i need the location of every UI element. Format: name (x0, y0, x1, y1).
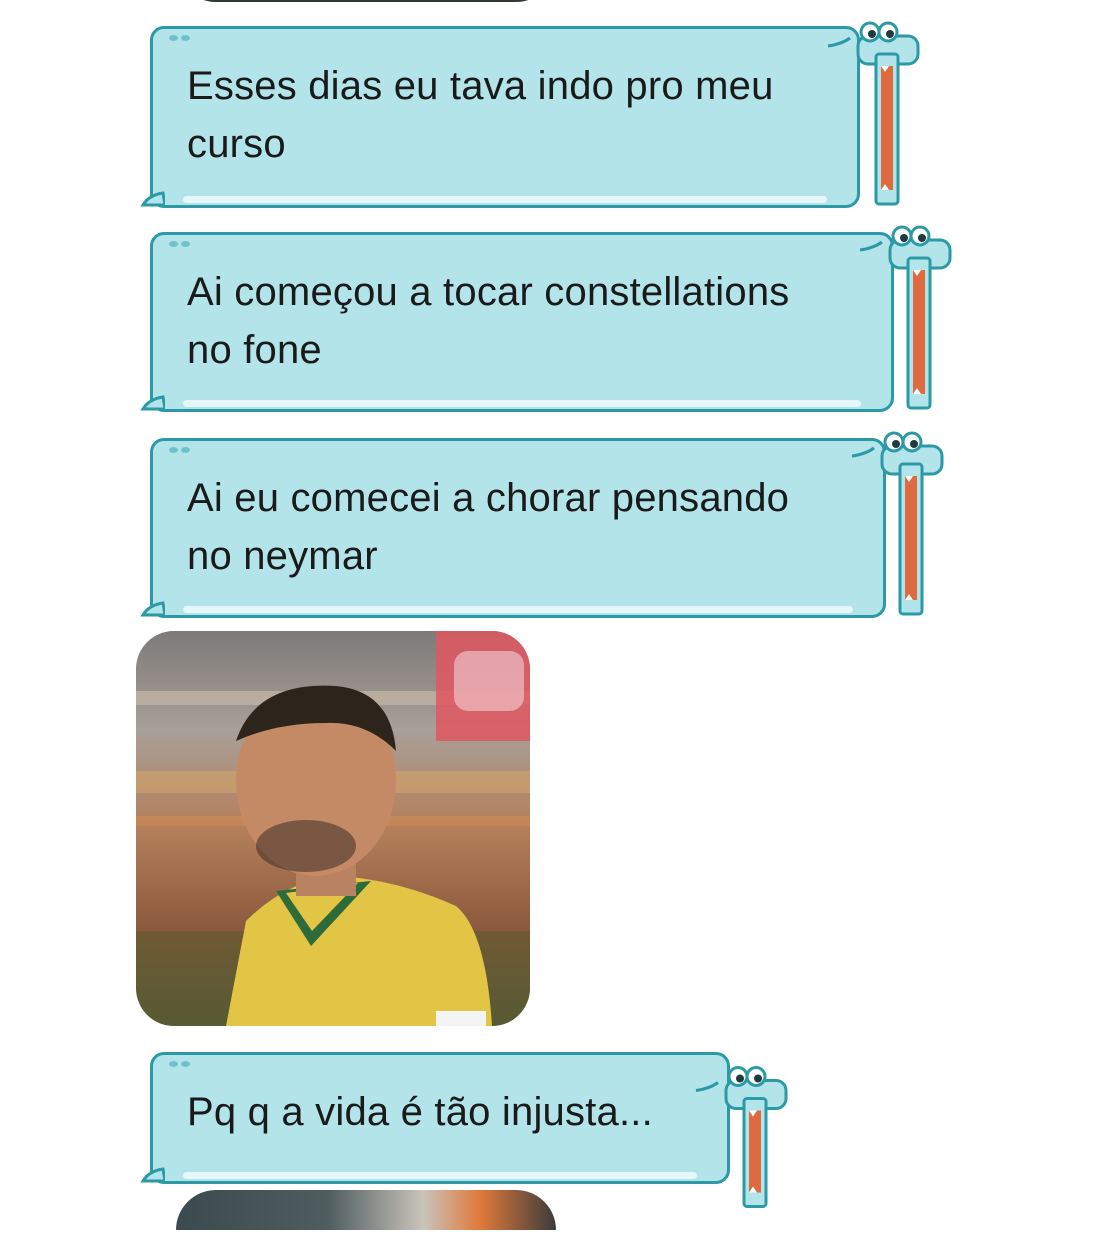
previous-image-message[interactable] (176, 0, 556, 2)
crying-player-photo-icon (136, 631, 530, 1026)
croc-head-icon (851, 431, 944, 616)
message-text: Esses dias eu tava indo pro meu curso (187, 64, 774, 166)
chat-thread: Esses dias eu tava indo pro meu curso Ai… (0, 0, 1099, 1230)
message-bubble-4[interactable]: Pq q a vida é tão injusta... (140, 1052, 730, 1184)
message-bubble-3[interactable]: Ai eu comecei a chorar pensando no neyma… (140, 438, 886, 618)
message-bubble-1[interactable]: Esses dias eu tava indo pro meu curso (140, 26, 860, 208)
message-text: Ai começou a tocar constellations no fon… (187, 270, 790, 372)
croc-tail-icon (140, 601, 165, 617)
message-text: Ai eu comecei a chorar pensando no neyma… (187, 476, 790, 578)
croc-tail-icon (140, 191, 165, 207)
croc-head-icon (827, 21, 920, 206)
bubble-belly (183, 1172, 697, 1179)
message-text: Pq q a vida é tão injusta... (187, 1090, 653, 1134)
bubble-dots-decoration (169, 1061, 197, 1071)
bubble-dots-decoration (169, 35, 197, 45)
bubble-dots-decoration (169, 447, 197, 457)
bubble-belly (183, 606, 853, 613)
bubble-belly (183, 400, 861, 407)
next-image-message[interactable] (176, 1190, 556, 1230)
message-bubble-2[interactable]: Ai começou a tocar constellations no fon… (140, 232, 894, 412)
bubble-belly (183, 196, 827, 203)
croc-head-icon (859, 225, 952, 410)
croc-head-icon (695, 1066, 788, 1208)
image-message[interactable] (136, 631, 530, 1026)
bubble-dots-decoration (169, 241, 197, 251)
croc-tail-icon (140, 395, 165, 411)
croc-tail-icon (140, 1167, 165, 1183)
